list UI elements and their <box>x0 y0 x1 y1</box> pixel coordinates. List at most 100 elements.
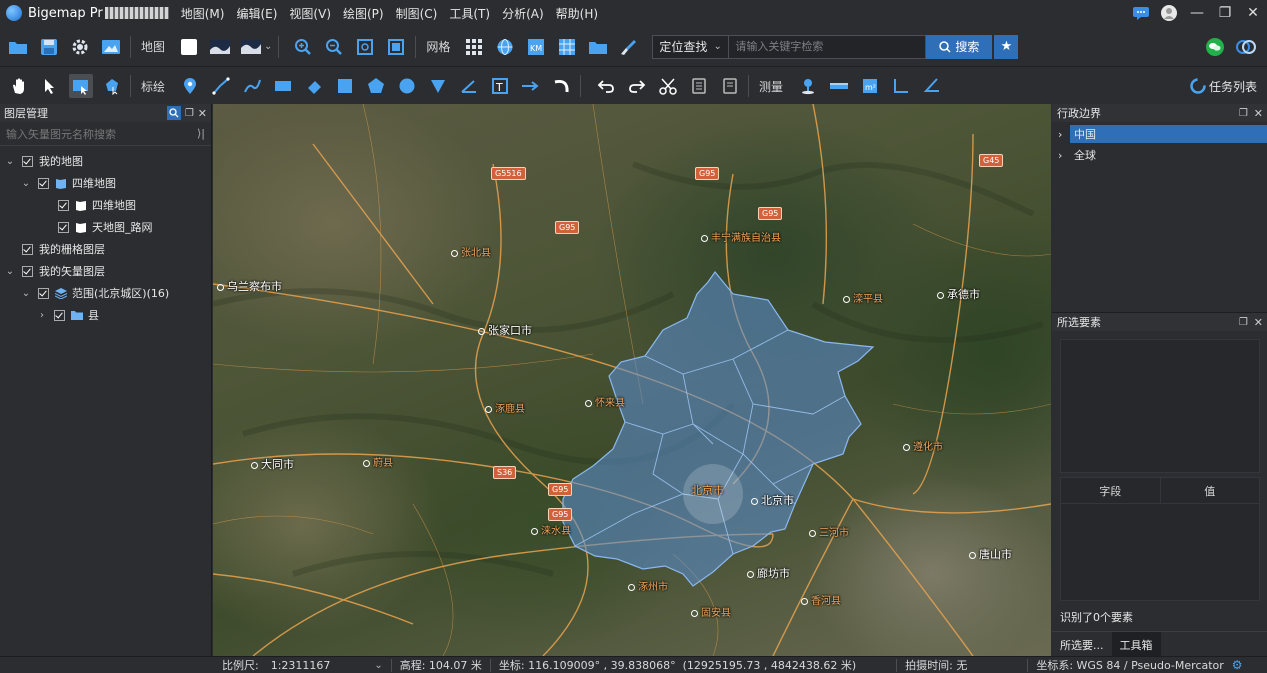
measure-point-icon[interactable] <box>796 74 820 98</box>
freehand-line-icon[interactable] <box>240 74 264 98</box>
chevron-down-icon[interactable]: ⌄ <box>264 41 272 52</box>
chevron-down-icon[interactable]: ⌄ <box>374 660 382 671</box>
measure-area-icon[interactable]: m² <box>858 74 882 98</box>
tree-row-beijing-range[interactable]: ⌄ 范围(北京城区)(16) <box>0 282 211 304</box>
layer-checkbox[interactable] <box>22 155 33 167</box>
close-icon[interactable]: ✕ <box>198 107 207 120</box>
angle-draw-icon[interactable] <box>457 74 481 98</box>
map-sheet-grid-icon[interactable] <box>554 34 580 60</box>
full-extent-icon[interactable] <box>383 34 409 60</box>
place-label[interactable]: 香河县 <box>801 592 841 607</box>
task-list-button[interactable]: 任务列表 <box>1190 78 1257 95</box>
measure-height-icon[interactable] <box>889 74 913 98</box>
curve-arrow-icon[interactable] <box>550 74 574 98</box>
measure-distance-icon[interactable] <box>827 74 851 98</box>
tree-row-tianditu-road[interactable]: 天地图_路网 <box>0 216 211 238</box>
measure-angle-icon[interactable] <box>920 74 944 98</box>
blank-map-icon[interactable] <box>176 34 202 60</box>
scale-select[interactable]: 1:2311167 ⌄ <box>271 659 383 672</box>
place-label[interactable]: 蔚县 <box>363 454 393 469</box>
pentagon-draw-icon[interactable] <box>364 74 388 98</box>
open-folder-icon[interactable] <box>5 34 31 60</box>
menu-analysis[interactable]: 分析(A) <box>502 5 544 22</box>
chevron-right-icon[interactable]: › <box>36 310 48 321</box>
float-window-icon[interactable]: ❐ <box>1239 317 1248 328</box>
km-grid-icon[interactable]: KM <box>523 34 549 60</box>
folder-icon[interactable] <box>585 34 611 60</box>
place-label[interactable]: 乌兰察布市 <box>217 278 282 294</box>
locate-select[interactable]: 定位查找 ⌄ <box>653 35 730 58</box>
admin-item-global[interactable]: › 全球 <box>1052 146 1267 164</box>
place-label[interactable]: 唐山市 <box>969 546 1012 562</box>
grid-icon[interactable] <box>461 34 487 60</box>
clear-brush-icon[interactable] <box>616 34 642 60</box>
float-window-icon[interactable]: ❐ <box>185 108 194 119</box>
place-label[interactable]: 涿鹿县 <box>485 400 525 415</box>
globe-grid-icon[interactable] <box>492 34 518 60</box>
layer-search-field[interactable]: 输入矢量图元名称搜索 ⟩| <box>0 122 211 146</box>
text-draw-icon[interactable]: T <box>488 74 512 98</box>
place-label[interactable]: 丰宁满族自治县 <box>701 229 781 244</box>
restore-icon[interactable]: ❐ <box>1211 0 1239 26</box>
layer-checkbox[interactable] <box>58 221 69 233</box>
menu-help[interactable]: 帮助(H) <box>556 5 598 22</box>
place-label[interactable]: 固安县 <box>691 604 731 619</box>
tree-row-siwei-group[interactable]: ⌄ 四维地图 <box>0 172 211 194</box>
search-icon[interactable] <box>166 106 181 120</box>
layer-checkbox[interactable] <box>38 177 49 189</box>
placemark-icon[interactable] <box>178 74 202 98</box>
save-icon[interactable] <box>36 34 62 60</box>
attribute-table[interactable]: 字段 值 <box>1060 477 1260 601</box>
arrow-draw-icon[interactable] <box>519 74 543 98</box>
place-label[interactable]: 滦平县 <box>843 290 883 305</box>
wechat-icon[interactable] <box>1202 34 1228 60</box>
tab-selected-features[interactable]: 所选要... <box>1052 632 1112 657</box>
undo-icon[interactable] <box>594 74 618 98</box>
tree-row-raster-layers[interactable]: 我的栅格图层 <box>0 238 211 260</box>
tree-row-vector-layers[interactable]: ⌄ 我的矢量图层 <box>0 260 211 282</box>
tree-row-county[interactable]: › 县 <box>0 304 211 326</box>
place-label[interactable]: 张家口市 <box>478 322 532 338</box>
layer-checkbox[interactable] <box>38 287 49 299</box>
search-button[interactable]: 搜索 <box>926 34 993 59</box>
place-label[interactable]: 北京市 <box>691 482 724 498</box>
menu-cartography[interactable]: 制图(C) <box>396 5 438 22</box>
rectangle-draw-icon[interactable] <box>271 74 295 98</box>
collapse-icon[interactable]: ⟩| <box>197 127 205 140</box>
chevron-right-icon[interactable]: › <box>1058 149 1070 162</box>
rect-select-icon[interactable] <box>69 74 93 98</box>
cut-scissors-icon[interactable] <box>656 74 680 98</box>
layer-checkbox[interactable] <box>54 309 65 321</box>
zoom-in-icon[interactable] <box>290 34 316 60</box>
tree-row-siwei-map[interactable]: 四维地图 <box>0 194 211 216</box>
search-input[interactable] <box>729 35 926 58</box>
select-arrow-icon[interactable] <box>38 74 62 98</box>
place-label[interactable]: 涞水县 <box>531 522 571 537</box>
minimize-icon[interactable]: — <box>1183 0 1211 26</box>
zoom-out-icon[interactable] <box>321 34 347 60</box>
selected-features-list[interactable] <box>1060 339 1260 473</box>
place-label[interactable]: 廊坊市 <box>747 565 790 581</box>
place-label[interactable]: 怀来县 <box>585 394 625 409</box>
polyline-icon[interactable] <box>209 74 233 98</box>
satellite-map-icon[interactable] <box>207 34 233 60</box>
menu-draw[interactable]: 绘图(P) <box>343 5 384 22</box>
map-view[interactable]: 乌兰察布市 张家口市 承德市 大同市 北京市 廊坊市 唐山市 北京市 张北县 丰… <box>213 104 1051 656</box>
layer-checkbox[interactable] <box>58 199 69 211</box>
eraser-icon[interactable] <box>302 74 326 98</box>
zoom-extent-icon[interactable] <box>352 34 378 60</box>
place-label[interactable]: 涿州市 <box>628 578 668 593</box>
place-label[interactable]: 遵化市 <box>903 438 943 453</box>
chevron-down-icon[interactable]: ⌄ <box>20 178 32 189</box>
chevron-down-icon[interactable]: ⌄ <box>4 266 16 277</box>
menu-map[interactable]: 地图(M) <box>181 5 225 22</box>
favorite-star-button[interactable]: ★ <box>994 34 1019 59</box>
paste-doc-icon[interactable] <box>718 74 742 98</box>
polygon-select-icon[interactable] <box>100 74 124 98</box>
menu-edit[interactable]: 编辑(E) <box>236 5 277 22</box>
crs-readout[interactable]: 坐标系: WGS 84 / Pseudo-Mercator <box>1036 657 1223 673</box>
link-circles-icon[interactable] <box>1233 34 1259 60</box>
chevron-right-icon[interactable]: › <box>1058 128 1070 141</box>
close-icon[interactable]: ✕ <box>1254 316 1263 329</box>
redo-icon[interactable] <box>625 74 649 98</box>
